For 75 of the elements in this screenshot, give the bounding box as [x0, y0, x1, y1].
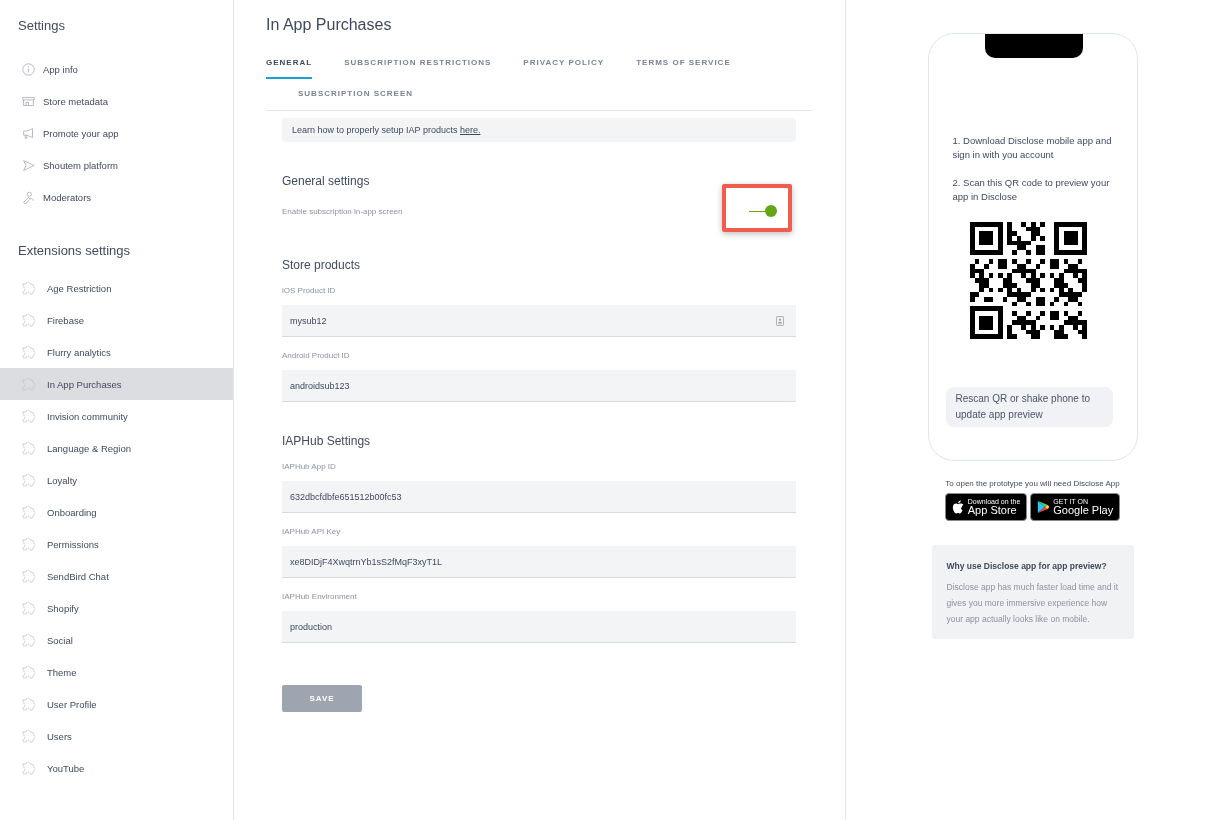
puzzle-piece-icon: [20, 311, 38, 329]
sidebar-item[interactable]: Users: [0, 720, 233, 752]
input-field[interactable]: 632dbcfdbfe651512b00fc53: [282, 481, 796, 513]
puzzle-piece-icon: [20, 727, 38, 745]
toggle-label: Enable subscription in-app screen: [282, 206, 403, 216]
tab[interactable]: SUBSCRIPTION RESTRICTIONS: [344, 58, 492, 79]
info-text: Learn how to properly setup IAP products here.: [292, 125, 481, 135]
field-label: IAPHub App ID: [282, 462, 337, 471]
puzzle-piece-icon: [20, 343, 38, 361]
sidebar-item[interactable]: Theme: [0, 656, 233, 688]
sidebar-item[interactable]: Promote your app: [0, 117, 233, 149]
puzzle-piece-icon: [20, 631, 38, 649]
section-heading: General settings: [282, 174, 371, 188]
card-text: Disclose app has much faster load time and it gives you more immersive experience how your app actually looks like on mobile.: [946, 581, 1119, 626]
megaphone-icon: [22, 126, 35, 140]
sidebar-item[interactable]: App info: [0, 53, 233, 85]
puzzle-piece-icon: [20, 599, 38, 617]
sidebar-item[interactable]: Social: [0, 624, 233, 656]
help-link[interactable]: here.: [459, 125, 481, 135]
person-pencil-icon: [22, 190, 35, 204]
input-field[interactable]: production: [282, 611, 796, 643]
sidebar-item[interactable]: YouTube: [0, 752, 233, 784]
instruction-text: 1. Download Disclose mobile app and sign in with you account: [952, 134, 1113, 162]
puzzle-piece-icon: [20, 439, 38, 457]
section-title: Settings: [18, 18, 66, 33]
sidebar-item[interactable]: SendBird Chat: [0, 560, 233, 592]
puzzle-piece-icon: [20, 503, 38, 521]
section-heading: IAPHub Settings: [282, 434, 372, 448]
sidebar-item[interactable]: Flurry analytics: [0, 336, 233, 368]
sidebar-item[interactable]: Permissions: [0, 528, 233, 560]
sidebar-item[interactable]: Store metadata: [0, 85, 233, 117]
apple-logo-icon: [951, 500, 964, 514]
input-field[interactable]: xe8DIDjF4XwqtrnYb1sS2fMqF3xyT1L: [282, 546, 796, 578]
instruction-text: 2. Scan this QR code to preview your app in Disclose: [952, 176, 1111, 204]
sidebar-item[interactable]: Language & Region: [0, 432, 233, 464]
sidebar-item[interactable]: Shopify: [0, 592, 233, 624]
tab[interactable]: TERMS OF SERVICE: [636, 58, 731, 79]
storefront-icon: [22, 94, 35, 108]
puzzle-piece-icon: [20, 663, 38, 681]
tab[interactable]: SUBSCRIPTION SCREEN: [298, 83, 413, 110]
tab[interactable]: GENERAL: [266, 58, 313, 79]
sidebar-item[interactable]: Age Restriction: [0, 272, 233, 304]
puzzle-piece-icon: [20, 535, 38, 553]
section-heading: Store products: [282, 258, 362, 272]
input-field[interactable]: androidsub123: [282, 370, 796, 402]
puzzle-piece-icon: [20, 407, 38, 425]
caption-text: To open the prototype you will need Disclose App: [945, 479, 1120, 488]
puzzle-piece-icon: [20, 695, 38, 713]
page-title: In App Purchases: [266, 16, 393, 34]
input-field[interactable]: mysub12: [282, 305, 796, 337]
card-title: Why use Disclose app for app preview?: [946, 561, 1108, 571]
info-icon: [22, 62, 35, 76]
section-title: Extensions settings: [18, 243, 131, 258]
puzzle-piece-icon: [20, 471, 38, 489]
sidebar-item[interactable]: Loyalty: [0, 464, 233, 496]
sidebar-item[interactable]: Onboarding: [0, 496, 233, 528]
contact-card-icon: [776, 315, 784, 326]
sidebar-item[interactable]: Shoutem platform: [0, 149, 233, 181]
sidebar-item[interactable]: Moderators: [0, 181, 233, 213]
sidebar-item[interactable]: User Profile: [0, 688, 233, 720]
field-label: Android Product ID: [282, 351, 351, 360]
sidebar-item[interactable]: Firebase: [0, 304, 233, 336]
toggle-switch[interactable]: [749, 204, 777, 218]
field-label: IAPHub Environment: [282, 592, 358, 601]
puzzle-piece-icon: [20, 279, 38, 297]
rescan-note: Rescan QR or shake phone to update app preview: [945, 387, 1113, 427]
puzzle-piece-icon: [20, 759, 38, 777]
puzzle-piece-icon: [20, 567, 38, 585]
field-label: IAPHub API Key: [282, 527, 342, 536]
field-label: iOS Product ID: [282, 286, 337, 295]
sidebar-item[interactable]: Invision community: [0, 400, 233, 432]
tab[interactable]: PRIVACY POLICY: [523, 58, 605, 79]
paper-plane-icon: [22, 158, 35, 172]
sidebar-item[interactable]: In App Purchases: [0, 368, 233, 400]
play-triangle-icon: [1037, 500, 1050, 514]
